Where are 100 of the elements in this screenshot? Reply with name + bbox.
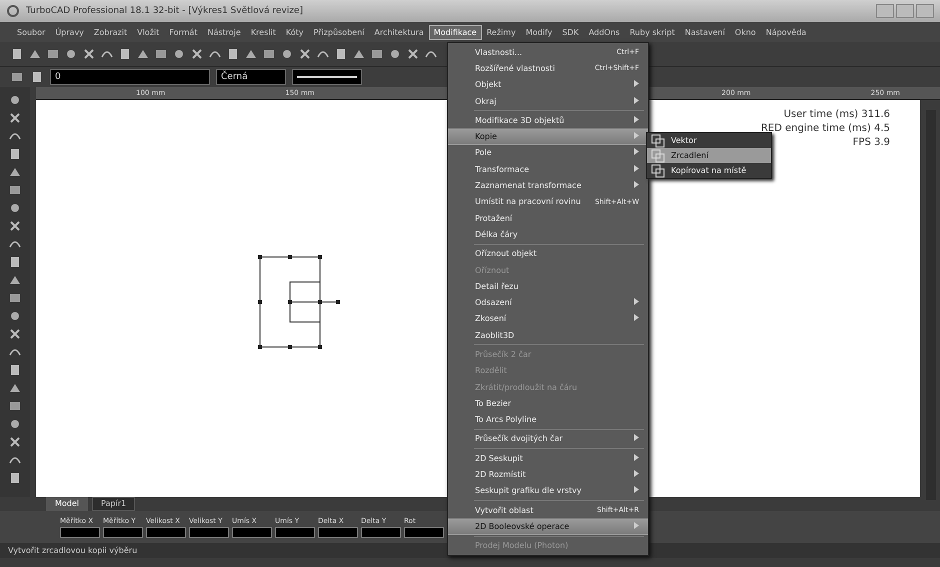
tool-icon[interactable] [46, 47, 60, 61]
tool-icon[interactable] [406, 47, 420, 61]
tool-icon[interactable] [10, 47, 24, 61]
tool-icon[interactable] [8, 93, 22, 107]
copy-icon[interactable] [651, 164, 665, 178]
menu-item[interactable]: Průsečík dvojitých čar [448, 430, 648, 448]
menu-item[interactable]: Kreslit [246, 24, 281, 40]
tool-icon[interactable] [8, 435, 22, 449]
menu-item[interactable]: 2D Rozmístit [448, 466, 648, 483]
tool-icon[interactable] [8, 219, 22, 233]
menu-item[interactable]: Detail řezu [448, 278, 648, 294]
stat-text: FPS 3.9 [852, 136, 890, 150]
tool-icon[interactable] [82, 47, 96, 61]
tool-icon[interactable] [226, 47, 240, 61]
tool-icon[interactable] [154, 47, 168, 61]
menu-item[interactable]: Nápověda [760, 24, 812, 40]
menu-item[interactable]: Modify [520, 24, 558, 40]
tool-icon[interactable] [8, 399, 22, 413]
tool-icon[interactable] [8, 255, 22, 269]
menu-item[interactable]: Kopie [448, 128, 648, 145]
menu-item[interactable]: Seskupit grafiku dle vrstvy [448, 482, 648, 500]
menu-label: 2D Booleovské operace [475, 522, 570, 531]
tool-icon[interactable] [118, 47, 132, 61]
menu-item[interactable]: Modifikace 3D objektů [448, 112, 648, 128]
input-field[interactable] [318, 526, 358, 538]
menu-item[interactable]: Transformace [448, 161, 648, 178]
menu-item[interactable]: Zrcadlení [647, 148, 771, 163]
menu-item[interactable]: Oříznout objekt [448, 246, 648, 262]
tool-icon[interactable] [8, 291, 22, 305]
tool-icon[interactable] [30, 70, 44, 84]
menu-item[interactable]: Pole [448, 144, 648, 162]
tool-icon[interactable] [8, 201, 22, 215]
menu-label: Vektor [671, 136, 697, 145]
menu-item[interactable]: Přizpůsobení [308, 24, 370, 40]
app-icon[interactable] [6, 4, 20, 18]
menu-item[interactable]: Soubor [12, 24, 50, 40]
menu-item[interactable]: 2D Seskupit [448, 450, 648, 466]
menu-item[interactable]: SDK [557, 24, 584, 40]
menu-item[interactable]: Okraj [448, 92, 648, 110]
tool-icon[interactable] [190, 47, 204, 61]
line-style-field[interactable] [292, 69, 362, 85]
input-field[interactable] [361, 526, 401, 538]
menu-item[interactable]: Odsazení [448, 294, 648, 311]
menu-item[interactable]: To Bezier [448, 395, 648, 412]
menu-item[interactable]: Protažení [448, 210, 648, 226]
menu-item[interactable]: Ruby skript [624, 24, 680, 40]
input-field[interactable] [275, 526, 315, 538]
tool-icon[interactable] [370, 47, 384, 61]
tool-icon[interactable] [8, 327, 22, 341]
menu-item[interactable]: AddOns [584, 24, 625, 40]
tool-icon[interactable] [64, 47, 78, 61]
menu-item[interactable]: Nastavení [680, 24, 730, 40]
tool-icon[interactable] [8, 471, 22, 485]
menu-item[interactable]: Formát [164, 24, 202, 40]
tool-icon[interactable] [334, 47, 348, 61]
menu-item[interactable]: Kopírovat na místě [647, 163, 771, 178]
menu-item[interactable]: Kóty [280, 24, 308, 40]
tab[interactable]: Model [46, 497, 88, 511]
input-field[interactable] [189, 526, 229, 538]
menu-label: Rozdělit [475, 366, 507, 376]
menu-item[interactable]: Nástroje [202, 24, 246, 40]
menu-item[interactable]: Délka čáry [448, 226, 648, 243]
input-field[interactable] [103, 526, 143, 538]
tool-icon[interactable] [172, 47, 186, 61]
menu-item[interactable]: To Arcs Polyline [448, 412, 648, 428]
tool-icon[interactable] [388, 47, 402, 61]
menu-item[interactable]: Režimy [482, 24, 521, 40]
tool-icon[interactable] [8, 111, 22, 125]
tool-icon[interactable] [8, 147, 22, 161]
input-field[interactable] [146, 526, 186, 538]
menu-item[interactable]: Úpravy [50, 24, 89, 40]
tool-icon[interactable] [262, 47, 276, 61]
layer-field[interactable]: 0 [50, 69, 210, 85]
color-field[interactable]: Černá [216, 69, 286, 85]
menu-item[interactable]: Zaoblit3D [448, 327, 648, 344]
menu-label: Seskupit grafiku dle vrstvy [475, 486, 582, 496]
menu-item[interactable]: Zobrazit [88, 24, 132, 40]
menu-label: Objekt [475, 80, 502, 90]
copy-icon[interactable] [651, 134, 665, 148]
menu-item[interactable]: Vektor [647, 133, 771, 148]
tool-icon[interactable] [280, 47, 294, 61]
menu-item[interactable]: Modifikace [428, 24, 482, 40]
input-field[interactable] [232, 526, 272, 538]
tool-icon[interactable] [298, 47, 312, 61]
menu-label: Prodej Modelu (Photon) [475, 541, 568, 550]
menu-item[interactable]: Zkosení [448, 310, 648, 328]
tool-icon[interactable] [10, 70, 24, 84]
tab[interactable]: Papír1 [92, 497, 136, 511]
menu-item[interactable]: Okno [730, 24, 761, 40]
menu-item[interactable]: Zaznamenat transformace [448, 177, 648, 194]
menu-item[interactable]: Vložit [132, 24, 164, 40]
input-field[interactable] [60, 526, 100, 538]
menu-item[interactable]: Objekt [448, 76, 648, 93]
tool-icon[interactable] [8, 309, 22, 323]
menu-item[interactable]: 2D Booleovské operace [448, 518, 648, 535]
tool-icon[interactable] [8, 183, 22, 197]
menu-item[interactable]: Architektura [369, 24, 429, 40]
tool-icon[interactable] [8, 417, 22, 431]
tool-icon[interactable] [8, 363, 22, 377]
input-field[interactable] [404, 526, 444, 538]
